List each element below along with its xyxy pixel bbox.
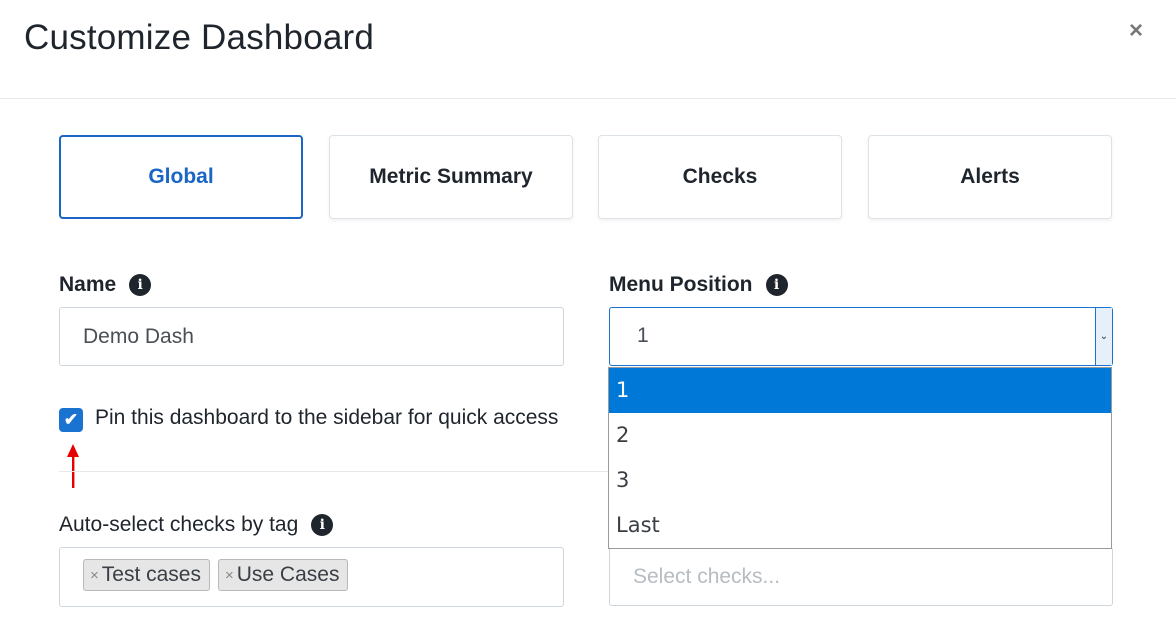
auto-select-label: Auto-select checks by tag i: [59, 513, 334, 537]
check-icon: ✔: [63, 410, 79, 429]
menu-position-select[interactable]: 1 ⌄: [609, 307, 1113, 366]
tag-chip: × Use Cases: [217, 559, 349, 591]
annotation-arrow-icon: [67, 444, 79, 488]
auto-select-label-text: Auto-select checks by tag: [59, 513, 299, 536]
menu-position-label: Menu Position i: [609, 273, 788, 297]
tag-label: Test cases: [101, 563, 201, 586]
info-icon[interactable]: i: [311, 514, 334, 536]
remove-tag-icon[interactable]: ×: [90, 567, 99, 584]
remove-tag-icon[interactable]: ×: [225, 567, 234, 584]
menu-position-selected: 1: [637, 324, 649, 347]
name-input-value: Demo Dash: [83, 325, 194, 348]
dropdown-option[interactable]: Last: [609, 503, 1111, 548]
info-icon[interactable]: i: [129, 274, 152, 296]
modal-title: Customize Dashboard: [24, 18, 375, 57]
tags-input[interactable]: × Test cases × Use Cases: [59, 547, 564, 607]
dropdown-option[interactable]: 1: [609, 368, 1111, 413]
tag-label: Use Cases: [236, 563, 340, 586]
modal-header: Customize Dashboard ×: [0, 0, 1176, 99]
menu-position-label-text: Menu Position: [609, 273, 753, 296]
tab-metric-summary[interactable]: Metric Summary: [329, 135, 573, 219]
tab-checks[interactable]: Checks: [598, 135, 842, 219]
select-checks-input[interactable]: Select checks...: [609, 547, 1113, 606]
tab-alerts[interactable]: Alerts: [868, 135, 1112, 219]
menu-position-dropdown: 1 2 3 Last: [608, 367, 1112, 549]
name-label-text: Name: [59, 273, 117, 296]
select-checks-placeholder: Select checks...: [633, 565, 781, 588]
tab-global[interactable]: Global: [59, 135, 303, 219]
tag-chip: × Test cases: [83, 559, 210, 591]
dropdown-option[interactable]: 3: [609, 458, 1111, 503]
chevron-down-icon[interactable]: ⌄: [1095, 308, 1112, 365]
close-icon[interactable]: ×: [1129, 19, 1143, 43]
info-icon[interactable]: i: [765, 274, 788, 296]
dropdown-option[interactable]: 2: [609, 413, 1111, 458]
pin-checkbox[interactable]: ✔: [59, 408, 83, 432]
name-input[interactable]: Demo Dash: [59, 307, 564, 366]
section-divider: [59, 471, 619, 472]
pin-checkbox-label[interactable]: Pin this dashboard to the sidebar for qu…: [95, 406, 558, 430]
name-label: Name i: [59, 273, 152, 297]
